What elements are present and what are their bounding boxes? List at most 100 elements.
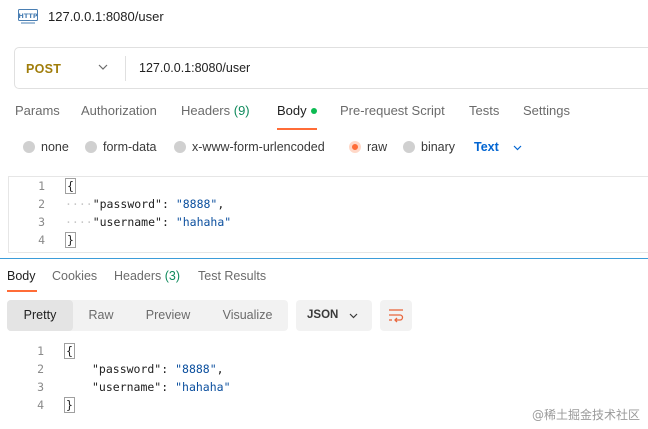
body-type-options: none form-data x-www-form-urlencoded raw…	[0, 138, 648, 160]
close-brace: }	[65, 232, 76, 248]
method-select[interactable]: POST	[26, 62, 61, 76]
indent-dots: ····	[65, 215, 93, 229]
line-number: 1	[38, 179, 45, 193]
tab-test-results[interactable]: Test Results	[198, 269, 266, 283]
code-line: 3 "username": "hahaha"	[8, 378, 648, 396]
tab-body[interactable]: Body	[277, 103, 317, 118]
open-brace: {	[64, 343, 75, 359]
radio-circle-icon	[174, 141, 186, 153]
request-title[interactable]: 127.0.0.1:8080/user	[48, 9, 164, 24]
json-comma: ,	[217, 197, 225, 211]
raw-format-select[interactable]: Text	[474, 140, 499, 154]
http-icon: HTTP	[18, 9, 38, 24]
radio-label: form-data	[103, 140, 157, 154]
line-number: 4	[38, 233, 45, 247]
radio-binary[interactable]: binary	[403, 140, 455, 154]
tab-headers[interactable]: Headers (9)	[181, 103, 250, 118]
radio-circle-icon	[23, 141, 35, 153]
tab-response-headers-count: (3)	[164, 269, 181, 283]
tab-pre-request-script[interactable]: Pre-request Script	[340, 103, 445, 118]
radio-label: binary	[421, 140, 456, 154]
view-pretty-button[interactable]: Pretty	[7, 300, 73, 331]
view-preview-button[interactable]: Preview	[129, 300, 207, 331]
url-bar: POST 127.0.0.1:8080/user	[14, 47, 648, 89]
radio-label: none	[41, 140, 69, 154]
json-key: "password"	[92, 362, 162, 376]
open-brace: {	[65, 178, 76, 194]
radio-label: raw	[367, 140, 388, 154]
active-tab-underline	[7, 290, 37, 292]
code-text: ····"password": "8888",	[65, 197, 224, 211]
code-text: ····"username": "hahaha"	[65, 215, 231, 229]
request-tabs: Params Authorization Headers (9) Body Pr…	[0, 103, 648, 131]
active-tab-underline	[277, 128, 317, 130]
wrap-lines-icon	[389, 309, 404, 323]
line-number: 1	[37, 344, 44, 358]
code-line: 3 ····"username": "hahaha"	[9, 213, 648, 231]
code-line: 4 }	[9, 231, 648, 249]
watermark: @稀土掘金技术社区	[531, 408, 640, 422]
line-number: 2	[38, 197, 45, 211]
view-mode-group: Pretty Raw Preview Visualize	[7, 300, 288, 331]
indent-dots: ····	[65, 197, 93, 211]
line-number: 4	[37, 398, 44, 412]
code-line: 2 ····"password": "8888",	[9, 195, 648, 213]
tab-settings[interactable]: Settings	[523, 103, 570, 118]
tab-authorization[interactable]: Authorization	[81, 103, 157, 118]
json-key: "username"	[92, 215, 162, 229]
tab-tests[interactable]: Tests	[469, 103, 499, 118]
json-sep: :	[161, 380, 176, 394]
json-key: "password"	[92, 197, 162, 211]
code-line: 1 {	[8, 342, 648, 360]
line-number: 2	[37, 362, 44, 376]
code-text: "password": "8888",	[92, 362, 224, 376]
tab-params[interactable]: Params	[15, 103, 60, 118]
tab-cookies[interactable]: Cookies	[52, 269, 97, 283]
code-text: }	[65, 232, 76, 248]
view-visualize-button[interactable]: Visualize	[207, 300, 288, 331]
url-input[interactable]: 127.0.0.1:8080/user	[139, 61, 250, 75]
code-text: "username": "hahaha"	[92, 380, 231, 394]
json-sep: :	[161, 362, 176, 376]
json-value: "8888"	[175, 362, 217, 376]
json-value: "hahaha"	[175, 215, 232, 229]
tab-body-label: Body	[277, 103, 307, 118]
radio-circle-icon	[85, 141, 97, 153]
json-sep: :	[161, 215, 176, 229]
tab-response-body[interactable]: Body	[7, 269, 36, 283]
code-text: {	[64, 343, 75, 359]
url-divider	[125, 56, 126, 81]
request-title-bar: HTTP 127.0.0.1:8080/user	[0, 0, 648, 36]
radio-circle-icon	[403, 141, 415, 153]
svg-text:HTTP: HTTP	[18, 12, 37, 20]
radio-x-www-form-urlencoded[interactable]: x-www-form-urlencoded	[174, 140, 325, 154]
chevron-down-icon[interactable]	[512, 142, 523, 153]
code-line: 2 "password": "8888",	[8, 360, 648, 378]
close-brace: }	[64, 397, 75, 413]
code-line: 1 {	[9, 177, 648, 195]
tab-headers-count: (9)	[233, 103, 250, 118]
radio-raw[interactable]: raw	[349, 140, 387, 154]
view-raw-button[interactable]: Raw	[73, 300, 129, 331]
code-text: {	[65, 178, 76, 194]
line-number: 3	[38, 215, 45, 229]
code-text: }	[64, 397, 75, 413]
request-body-editor[interactable]: 1 { 2 ····"password": "8888", 3 ····"use…	[8, 176, 648, 253]
wrap-lines-button[interactable]	[380, 300, 412, 331]
json-key: "username"	[92, 380, 162, 394]
json-value: "8888"	[175, 197, 218, 211]
chevron-down-icon[interactable]	[97, 61, 109, 73]
tab-response-headers-label: Headers	[114, 269, 165, 283]
pane-resize-handle[interactable]	[0, 258, 648, 259]
radio-form-data[interactable]: form-data	[85, 140, 157, 154]
chevron-down-icon	[349, 313, 358, 319]
json-sep: :	[161, 197, 176, 211]
response-format-select[interactable]: JSON	[296, 300, 372, 331]
radio-label: x-www-form-urlencoded	[192, 140, 325, 154]
tab-headers-label: Headers	[181, 103, 234, 118]
tab-response-headers[interactable]: Headers (3)	[114, 269, 180, 283]
response-format-label: JSON	[307, 309, 339, 321]
radio-none[interactable]: none	[23, 140, 69, 154]
line-number: 3	[37, 380, 44, 394]
response-tabs: Body Cookies Headers (3) Test Results	[0, 267, 648, 293]
